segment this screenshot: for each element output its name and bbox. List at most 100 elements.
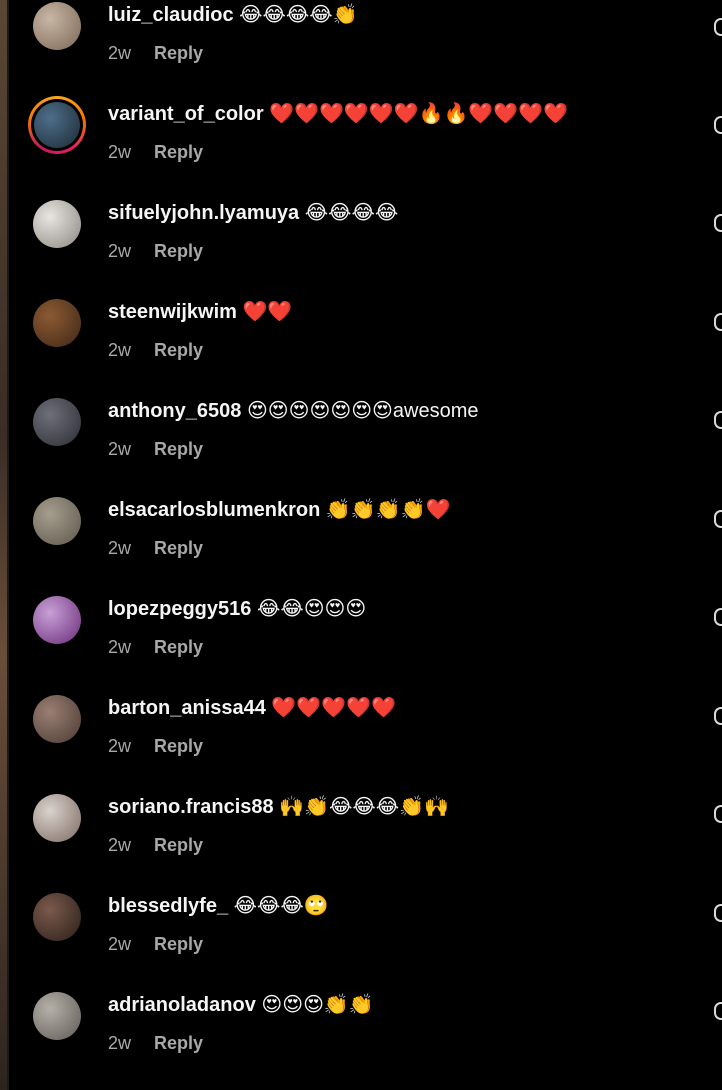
comment-time: 2w (108, 934, 132, 954)
like-heart-icon[interactable] (714, 214, 722, 232)
avatar[interactable] (33, 794, 81, 842)
comment-time: 2w (108, 736, 132, 756)
avatar[interactable] (33, 596, 81, 644)
avatar[interactable] (33, 200, 81, 248)
avatar[interactable] (33, 398, 81, 446)
comment-text: 🙌👏😂😂😂👏🙌 (279, 796, 449, 818)
comment-line: soriano.francis88 🙌👏😂😂😂👏🙌 (108, 795, 449, 819)
comment-username[interactable]: blessedlyfe_ (108, 895, 228, 917)
reply-button[interactable]: Reply (154, 736, 203, 756)
comment-username[interactable]: barton_anissa44 (108, 697, 266, 719)
comment-text: 😂😂😍😍😍 (256, 598, 367, 620)
comment-username[interactable]: elsacarlosblumenkron (108, 499, 320, 521)
avatar[interactable] (33, 299, 81, 347)
comment-meta: 2w Reply (108, 636, 203, 658)
comment-item: anthony_6508 😍😍😍😍😍😍😍awesome 2w Reply (9, 396, 722, 495)
comment-item: soriano.francis88 🙌👏😂😂😂👏🙌 2w Reply (9, 792, 722, 891)
comment-meta: 2w Reply (108, 933, 203, 955)
like-heart-icon[interactable] (714, 1002, 722, 1020)
reply-button[interactable]: Reply (154, 934, 203, 954)
like-heart-icon[interactable] (714, 313, 722, 331)
comments-list: luiz_claudioc 😂😂😂😂👏 2w Reply variant_of_… (9, 0, 722, 1090)
comment-item: adrianoladanov 😍😍😍👏👏 2w Reply (9, 990, 722, 1089)
comment-line: sifuelyjohn.lyamuya 😂😂😂😂 (108, 201, 398, 225)
comment-meta: 2w Reply (108, 240, 203, 262)
comment-text: 😍😍😍😍😍😍😍awesome (246, 400, 479, 422)
comment-time: 2w (108, 538, 132, 558)
comment-line: steenwijkwim ❤️❤️ (108, 300, 292, 324)
comment-meta: 2w Reply (108, 537, 203, 559)
like-heart-icon[interactable] (714, 18, 722, 36)
comment-time: 2w (108, 340, 132, 360)
avatar-image (34, 102, 80, 148)
reply-button[interactable]: Reply (154, 439, 203, 459)
comment-item: variant_of_color ❤️❤️❤️❤️❤️❤️🔥🔥❤️❤️❤️❤️ … (9, 96, 722, 198)
comment-text: ❤️❤️ (242, 301, 293, 323)
comment-username[interactable]: adrianoladanov (108, 994, 256, 1016)
comment-time: 2w (108, 637, 132, 657)
comment-line: anthony_6508 😍😍😍😍😍😍😍awesome (108, 399, 479, 423)
comment-line: adrianoladanov 😍😍😍👏👏 (108, 993, 374, 1017)
reply-button[interactable]: Reply (154, 637, 203, 657)
comment-meta: 2w Reply (108, 1032, 203, 1054)
like-heart-icon[interactable] (714, 411, 722, 429)
like-heart-icon[interactable] (714, 707, 722, 725)
comment-text: ❤️❤️❤️❤️❤️ (271, 697, 396, 719)
reply-button[interactable]: Reply (154, 835, 203, 855)
like-heart-icon[interactable] (714, 116, 722, 134)
comment-line: luiz_claudioc 😂😂😂😂👏 (108, 3, 358, 27)
avatar[interactable] (33, 2, 81, 50)
like-heart-icon[interactable] (714, 904, 722, 922)
comment-line: lopezpeggy516 😂😂😍😍😍 (108, 597, 366, 621)
reply-button[interactable]: Reply (154, 142, 203, 162)
comment-time: 2w (108, 439, 132, 459)
comment-text: 😂😂😂🙄 (233, 895, 329, 917)
comment-text: 😂😂😂😂 (304, 202, 399, 224)
comment-line: variant_of_color ❤️❤️❤️❤️❤️❤️🔥🔥❤️❤️❤️❤️ (108, 102, 568, 126)
comment-item: luiz_claudioc 😂😂😂😂👏 2w Reply (9, 0, 722, 99)
comment-username[interactable]: soriano.francis88 (108, 796, 274, 818)
comment-time: 2w (108, 241, 132, 261)
like-heart-icon[interactable] (714, 608, 722, 626)
comment-meta: 2w Reply (108, 834, 203, 856)
like-heart-icon[interactable] (714, 805, 722, 823)
comment-text: 😍😍😍👏👏 (261, 994, 374, 1016)
comment-line: elsacarlosblumenkron 👏👏👏👏❤️ (108, 498, 450, 522)
comment-username[interactable]: lopezpeggy516 (108, 598, 251, 620)
comment-username[interactable]: variant_of_color (108, 103, 264, 125)
comment-item: blessedlyfe_ 😂😂😂🙄 2w Reply (9, 891, 722, 990)
reply-button[interactable]: Reply (154, 241, 203, 261)
reply-button[interactable]: Reply (154, 538, 203, 558)
comment-meta: 2w Reply (108, 735, 203, 757)
comment-meta: 2w Reply (108, 141, 203, 163)
comment-meta: 2w Reply (108, 438, 203, 460)
comment-username[interactable]: anthony_6508 (108, 400, 241, 422)
comment-item: lopezpeggy516 😂😂😍😍😍 2w Reply (9, 594, 722, 693)
reply-button[interactable]: Reply (154, 43, 203, 63)
reply-button[interactable]: Reply (154, 1033, 203, 1053)
comment-item: sifuelyjohn.lyamuya 😂😂😂😂 2w Reply (9, 198, 722, 297)
comment-username[interactable]: steenwijkwim (108, 301, 237, 323)
comment-time: 2w (108, 1033, 132, 1053)
window-edge (0, 0, 9, 1090)
comment-meta: 2w Reply (108, 42, 203, 64)
avatar[interactable] (28, 96, 86, 154)
like-heart-icon[interactable] (714, 510, 722, 528)
comment-item: elsacarlosblumenkron 👏👏👏👏❤️ 2w Reply (9, 495, 722, 594)
comment-text: 👏👏👏👏❤️ (325, 499, 451, 521)
story-ring-gap (31, 99, 83, 151)
comment-text: ❤️❤️❤️❤️❤️❤️🔥🔥❤️❤️❤️❤️ (269, 103, 568, 125)
comment-item: steenwijkwim ❤️❤️ 2w Reply (9, 297, 722, 396)
comment-username[interactable]: luiz_claudioc (108, 4, 234, 26)
avatar[interactable] (33, 497, 81, 545)
avatar[interactable] (33, 992, 81, 1040)
comment-item: barton_anissa44 ❤️❤️❤️❤️❤️ 2w Reply (9, 693, 722, 792)
avatar[interactable] (33, 893, 81, 941)
comment-text: 😂😂😂😂👏 (239, 4, 358, 26)
comment-time: 2w (108, 142, 132, 162)
avatar[interactable] (33, 695, 81, 743)
comment-time: 2w (108, 835, 132, 855)
comment-username[interactable]: sifuelyjohn.lyamuya (108, 202, 299, 224)
comment-meta: 2w Reply (108, 339, 203, 361)
reply-button[interactable]: Reply (154, 340, 203, 360)
